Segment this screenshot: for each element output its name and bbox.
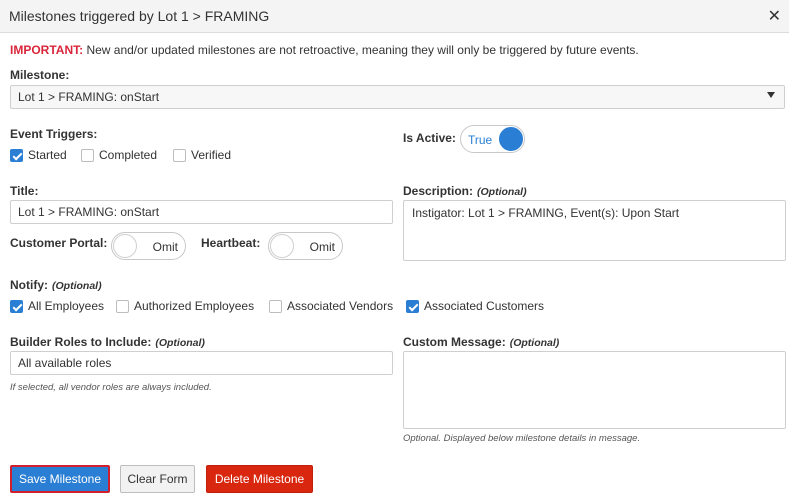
- custom-message-textarea[interactable]: [403, 351, 786, 429]
- dialog-titlebar: Milestones triggered by Lot 1 > FRAMING …: [0, 0, 789, 33]
- event-triggers-group: Started Completed Verified: [10, 148, 231, 162]
- notify-authorized-employees[interactable]: Authorized Employees: [116, 299, 269, 313]
- notify-associated-customers[interactable]: Associated Customers: [406, 299, 544, 313]
- trigger-verified[interactable]: Verified: [173, 148, 231, 162]
- customer-portal-label: Customer Portal:: [10, 236, 108, 250]
- customer-portal-toggle[interactable]: Omit: [111, 232, 186, 260]
- dialog-title: Milestones triggered by Lot 1 > FRAMING: [9, 8, 270, 24]
- notify-label-row: Notify: (Optional): [10, 278, 102, 292]
- clear-form-button[interactable]: Clear Form: [120, 465, 195, 493]
- trigger-verified-label: Verified: [191, 148, 232, 162]
- notify-optional: (Optional): [52, 280, 102, 292]
- close-icon[interactable]: ✕: [768, 6, 781, 26]
- description-textarea[interactable]: Instigator: Lot 1 > FRAMING, Event(s): U…: [403, 200, 786, 261]
- trigger-started-label: Started: [28, 148, 67, 162]
- milestone-label: Milestone:: [10, 68, 70, 82]
- builder-roles-optional: (Optional): [155, 337, 205, 349]
- builder-roles-value: All available roles: [18, 356, 112, 370]
- custom-message-help: Optional. Displayed below milestone deta…: [403, 433, 641, 444]
- is-active-label: Is Active:: [403, 131, 456, 145]
- builder-roles-help: If selected, all vendor roles are always…: [10, 382, 212, 393]
- heartbeat-value: Omit: [309, 240, 335, 254]
- is-active-knob: [499, 127, 523, 151]
- builder-roles-label-row: Builder Roles to Include: (Optional): [10, 335, 205, 349]
- is-active-value: True: [468, 133, 493, 147]
- notify-associated-vendors[interactable]: Associated Vendors: [269, 299, 406, 313]
- trigger-completed-label: Completed: [99, 148, 158, 162]
- description-value: Instigator: Lot 1 > FRAMING, Event(s): U…: [412, 206, 680, 220]
- notify-authorized-employees-label: Authorized Employees: [134, 299, 255, 313]
- milestone-selected-value: Lot 1 > FRAMING: onStart: [18, 90, 160, 104]
- title-input-value: Lot 1 > FRAMING: onStart: [18, 205, 160, 219]
- heartbeat-toggle[interactable]: Omit: [268, 232, 343, 260]
- trigger-completed[interactable]: Completed: [81, 148, 173, 162]
- description-label-row: Description: (Optional): [403, 184, 527, 198]
- checkbox-authorized-employees[interactable]: [116, 299, 129, 313]
- description-optional: (Optional): [477, 186, 527, 198]
- checkbox-associated-customers[interactable]: [406, 299, 419, 313]
- custom-message-label-row: Custom Message: (Optional): [403, 335, 559, 349]
- chevron-down-icon: [767, 92, 775, 98]
- customer-portal-knob: [113, 234, 137, 258]
- checkbox-associated-vendors[interactable]: [269, 299, 282, 313]
- notify-group: All Employees Authorized Employees Assoc…: [10, 299, 544, 313]
- delete-milestone-button[interactable]: Delete Milestone: [206, 465, 313, 493]
- save-milestone-button[interactable]: Save Milestone: [10, 465, 110, 493]
- checkbox-verified[interactable]: [173, 148, 186, 162]
- notify-label: Notify:: [10, 278, 48, 292]
- checkbox-all-employees[interactable]: [10, 299, 23, 313]
- notify-associated-customers-label: Associated Customers: [424, 299, 545, 313]
- important-text: New and/or updated milestones are not re…: [83, 43, 639, 57]
- checkbox-started[interactable]: [10, 148, 23, 162]
- trigger-started[interactable]: Started: [10, 148, 81, 162]
- description-label: Description:: [403, 184, 474, 198]
- notify-all-employees[interactable]: All Employees: [10, 299, 116, 313]
- important-notice: IMPORTANT: New and/or updated milestones…: [10, 43, 639, 57]
- custom-message-optional: (Optional): [509, 337, 560, 349]
- notify-associated-vendors-label: Associated Vendors: [287, 299, 394, 313]
- builder-roles-input[interactable]: All available roles: [10, 351, 393, 375]
- is-active-toggle[interactable]: True: [460, 125, 525, 153]
- customer-portal-value: Omit: [152, 240, 178, 254]
- important-label: IMPORTANT:: [10, 43, 84, 57]
- heartbeat-label: Heartbeat:: [201, 236, 261, 250]
- heartbeat-knob: [270, 234, 294, 258]
- title-label: Title:: [10, 184, 39, 198]
- notify-all-employees-label: All Employees: [28, 299, 105, 313]
- custom-message-label: Custom Message:: [403, 335, 506, 349]
- title-input[interactable]: Lot 1 > FRAMING: onStart: [10, 200, 393, 224]
- builder-roles-label: Builder Roles to Include:: [10, 335, 152, 349]
- milestone-select[interactable]: Lot 1 > FRAMING: onStart: [10, 85, 785, 109]
- event-triggers-label: Event Triggers:: [10, 127, 98, 141]
- checkbox-completed[interactable]: [81, 148, 94, 162]
